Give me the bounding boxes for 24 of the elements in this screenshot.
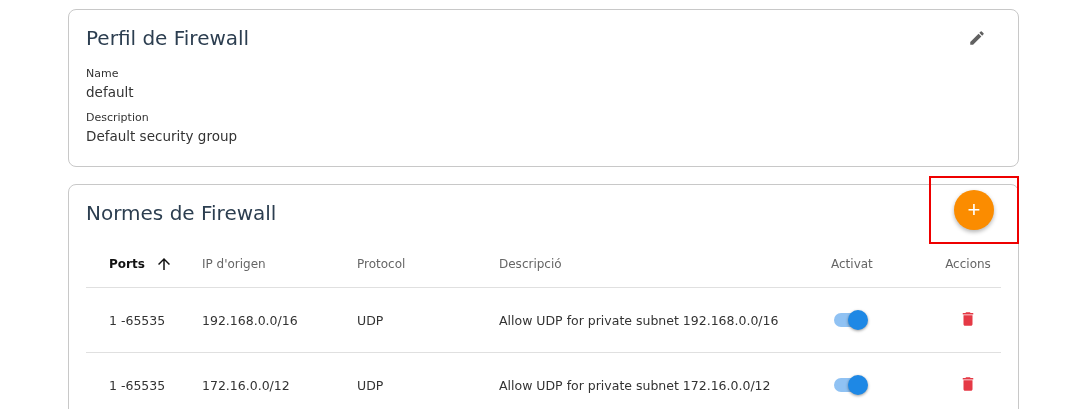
- field-label: Name: [86, 66, 120, 82]
- card-title: Perfil de Firewall: [86, 26, 250, 50]
- column-header[interactable]: Protocol: [357, 257, 406, 271]
- table-cell: Allow UDP for private subnet 192.168.0.0/16: [499, 312, 779, 328]
- field-value: Default security group: [86, 127, 239, 146]
- column-header[interactable]: IP d'origen: [202, 257, 266, 271]
- column-header[interactable]: Activat: [831, 257, 873, 271]
- pencil-icon: [968, 29, 986, 47]
- table-cell: UDP: [357, 377, 384, 393]
- column-header[interactable]: Ports: [109, 256, 145, 271]
- column-header[interactable]: Descripció: [499, 257, 562, 271]
- table-cell: 1 -65535: [109, 312, 166, 328]
- edit-button[interactable]: [968, 29, 986, 47]
- table-cell: 1 -65535: [109, 377, 166, 393]
- field-value: default: [86, 83, 135, 102]
- table-cell: 172.16.0.0/12: [202, 377, 290, 393]
- field-label: Description: [86, 110, 150, 126]
- toggle-switch[interactable]: [832, 309, 868, 331]
- table-cell: UDP: [357, 312, 384, 328]
- toggle-switch[interactable]: [832, 374, 868, 396]
- card-title: Normes de Firewall: [86, 201, 277, 225]
- table-cell: Allow UDP for private subnet 172.16.0.0/12: [499, 377, 771, 393]
- table-cell: 192.168.0.0/16: [202, 312, 298, 328]
- column-header[interactable]: Accions: [945, 257, 991, 271]
